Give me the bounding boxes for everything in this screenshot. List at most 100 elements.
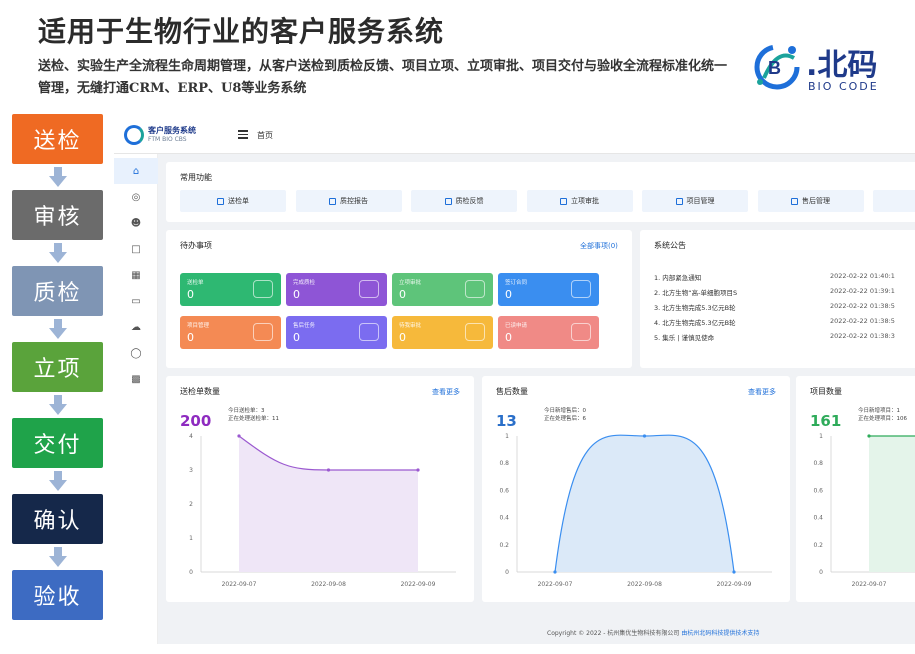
todo-card[interactable]: 送检单 0 [180,273,281,306]
notice-date: 2022-02-22 01:38:3 [830,332,895,340]
quick-function-label: 售后管理 [802,197,830,205]
view-more-link[interactable]: 查看更多 [432,387,460,397]
app-logo-title: 客户服务系统 [148,126,196,135]
todo-card[interactable]: 签订合同 0 [498,273,599,306]
todo-card-value: 0 [505,331,512,344]
home-icon[interactable]: ⌂ [114,158,158,184]
notice-item[interactable]: 1. 内部紧急通知 [654,272,701,282]
quick-function-button[interactable] [873,190,915,212]
bio-code-logo-icon: B [754,44,800,90]
notice-title: 系统公告 [654,241,686,250]
quick-function-button[interactable]: 质检反馈 [411,190,517,212]
todo-card[interactable]: 已读申请 0 [498,316,599,349]
todo-card[interactable]: 待我审批 0 [392,316,493,349]
calendar-icon[interactable]: ▦ [114,262,158,288]
todo-card[interactable]: 售后任务 0 [286,316,387,349]
notice-item[interactable]: 5. 集乐 | 谨慎见使命 [654,332,714,342]
todo-panel: 待办事项 全部事项(0) 送检单 0 完成质检 0 立项审批 0 签订合同 0 项目管理 0 售后任… [166,230,632,368]
app-logo-icon [124,125,144,145]
todo-card[interactable]: 立项审批 0 [392,273,493,306]
todo-card-icon [571,323,591,341]
notice-panel: 系统公告 1. 内部紧急通知 2022-02-22 01:40:1 2. 北方生物“… [640,230,915,368]
quick-function-button[interactable]: 立项审批 [526,190,633,212]
series-area [239,436,418,572]
todo-card[interactable]: 完成质检 0 [286,273,387,306]
flow-arrow-icon [12,240,103,266]
quick-functions-panel: 常用功能 送检单 质控报告 质检反馈 立项审批 项目管理 售后管理 [166,162,915,222]
document-icon[interactable]: □ [114,236,158,262]
todo-card-label: 已读申请 [505,323,528,329]
notice-date: 2022-02-22 01:40:1 [830,272,895,280]
quick-function-button[interactable]: 质控报告 [295,190,402,212]
y-tick-label: 0.8 [813,460,823,467]
chart-stat-today: 今日送检单：3 [228,408,265,414]
x-tick-label: 2022-09-07 [222,581,257,588]
y-tick-label: 0 [189,569,193,576]
area-chart: 0 0.2 0.4 0.6 0.8 1 2022-09-07 2022-09-08 2022-0… [499,433,772,588]
y-tick-label: 0.2 [813,542,823,549]
y-tick-label: 0 [505,569,509,576]
quick-function-button[interactable]: 项目管理 [642,190,748,212]
data-point [326,468,331,472]
y-tick-label: 4 [189,433,193,440]
chart-total: 161 [810,412,842,430]
bulb-icon[interactable]: ◎ [114,184,158,210]
flow-step: 审核 [12,190,103,240]
todo-card[interactable]: 项目管理 0 [180,316,281,349]
view-more-link[interactable]: 查看更多 [748,387,776,397]
footer-copyright: Copyright © 2022 - 杭州集优生物科技有限公司 [547,630,680,637]
data-point [553,570,557,574]
breadcrumb[interactable]: 首页 [257,130,273,141]
todo-all-link[interactable]: 全部事项(0) [580,241,618,251]
flow-step: 确认 [12,494,103,544]
quick-function-label: 项目管理 [686,197,715,205]
flow-step: 验收 [12,570,103,620]
footer-link[interactable]: 由杭州北码科技提供技术支持 [681,630,759,637]
y-tick-label: 0.4 [813,515,823,522]
footer: Copyright © 2022 - 杭州集优生物科技有限公司 由杭州北码科技提… [547,628,759,637]
quick-function-label: 质控报告 [340,197,368,205]
globe-icon[interactable]: ◯ [114,340,158,366]
flow-arrow-icon [12,392,103,418]
user-icon[interactable]: ☻ [114,210,158,236]
flow-step: 交付 [12,418,103,468]
menu-toggle-icon[interactable] [238,130,248,139]
quick-function-button[interactable]: 售后管理 [757,190,864,212]
y-tick-label: 0.6 [499,487,509,494]
grid-icon[interactable]: ▩ [114,366,158,392]
page: 适用于生物行业的客户服务系统 送检、实验生产全流程生命周期管理，从客户送检到质检… [0,0,915,654]
chart-title: 送检单数量 [180,387,220,396]
x-tick-label: 2022-09-07 [538,581,573,588]
y-tick-label: 0.4 [499,515,509,522]
notice-item[interactable]: 3. 北方生物完成5.3亿元B轮 [654,302,736,312]
x-tick-label: 2022-09-09 [401,581,436,588]
notice-date: 2022-02-22 01:38:5 [830,302,895,310]
flow-step: 送检 [12,114,103,164]
quick-function-label: 送检单 [228,197,249,205]
todo-card-icon [571,280,591,298]
notice-date: 2022-02-22 01:39:1 [830,287,895,295]
x-tick-label: 2022-09-09 [717,581,752,588]
function-icon [217,197,224,205]
file-icon[interactable]: ▭ [114,288,158,314]
function-icon [791,197,798,205]
y-tick-label: 0 [819,569,823,576]
chart-stat-today: 今日新增售后：0 [544,408,586,414]
app-sidebar: ⌂ ◎ ☻ □ ▦ ▭ ☁ ◯ ▩ [114,154,158,644]
function-icon [329,197,336,205]
todo-title: 待办事项 [180,241,212,250]
todo-card-value: 0 [293,288,300,301]
area-chart: 0 1 2 3 4 2022-09-07 2022-09-08 2022-09-09 [189,433,456,588]
data-point [732,570,736,574]
y-tick-label: 3 [189,467,193,474]
bio-code-logo: B .北码 BIO CODE [750,38,910,98]
cloud-icon[interactable]: ☁ [114,314,158,340]
quick-function-button[interactable]: 送检单 [180,190,286,212]
flow-step: 质检 [12,266,103,316]
notice-item[interactable]: 2. 北方生物“高-单细胞项目S [654,287,737,297]
todo-card-icon [359,323,379,341]
function-icon [560,197,567,205]
y-tick-label: 1 [189,535,193,542]
chart-stat-today: 今日新增项目：1 [858,408,900,414]
notice-item[interactable]: 4. 北方生物完成5.3亿元B轮 [654,317,736,327]
